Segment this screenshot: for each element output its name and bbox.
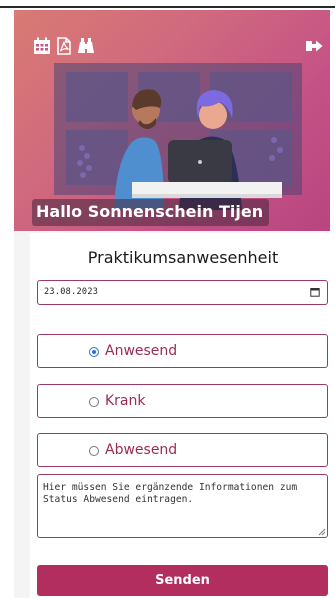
resize-grip-icon[interactable] <box>318 528 326 536</box>
calendar-picker-icon[interactable] <box>310 287 320 297</box>
form-title: Praktikumsanwesenheit <box>87 248 279 267</box>
option-abwesend[interactable]: Abwesend <box>37 433 328 467</box>
submit-button[interactable]: Senden <box>37 565 328 596</box>
logout-icon[interactable] <box>304 36 324 56</box>
header-banner: Hallo Sonnenschein Tijen <box>14 10 330 231</box>
option-label: Krank <box>105 393 146 409</box>
date-input[interactable]: 23.08.2023 <box>37 280 328 305</box>
binoculars-icon[interactable] <box>76 36 96 56</box>
note-textarea[interactable]: Hier müssen Sie ergänzende Informationen… <box>37 474 328 538</box>
top-bar <box>0 0 335 8</box>
radio-abwesend[interactable] <box>89 446 99 456</box>
option-label: Anwesend <box>105 343 178 359</box>
frame-left <box>0 8 14 598</box>
radio-krank[interactable] <box>89 397 99 407</box>
pdf-icon[interactable] <box>54 36 74 56</box>
option-anwesend[interactable]: Anwesend <box>37 334 328 368</box>
option-krank[interactable]: Krank <box>37 384 328 418</box>
greeting-label: Hallo Sonnenschein Tijen <box>32 199 270 226</box>
calendar-icon[interactable] <box>32 36 52 56</box>
option-label: Abwesend <box>105 442 178 458</box>
date-value: 23.08.2023 <box>44 287 99 297</box>
radio-anwesend[interactable] <box>89 347 99 357</box>
